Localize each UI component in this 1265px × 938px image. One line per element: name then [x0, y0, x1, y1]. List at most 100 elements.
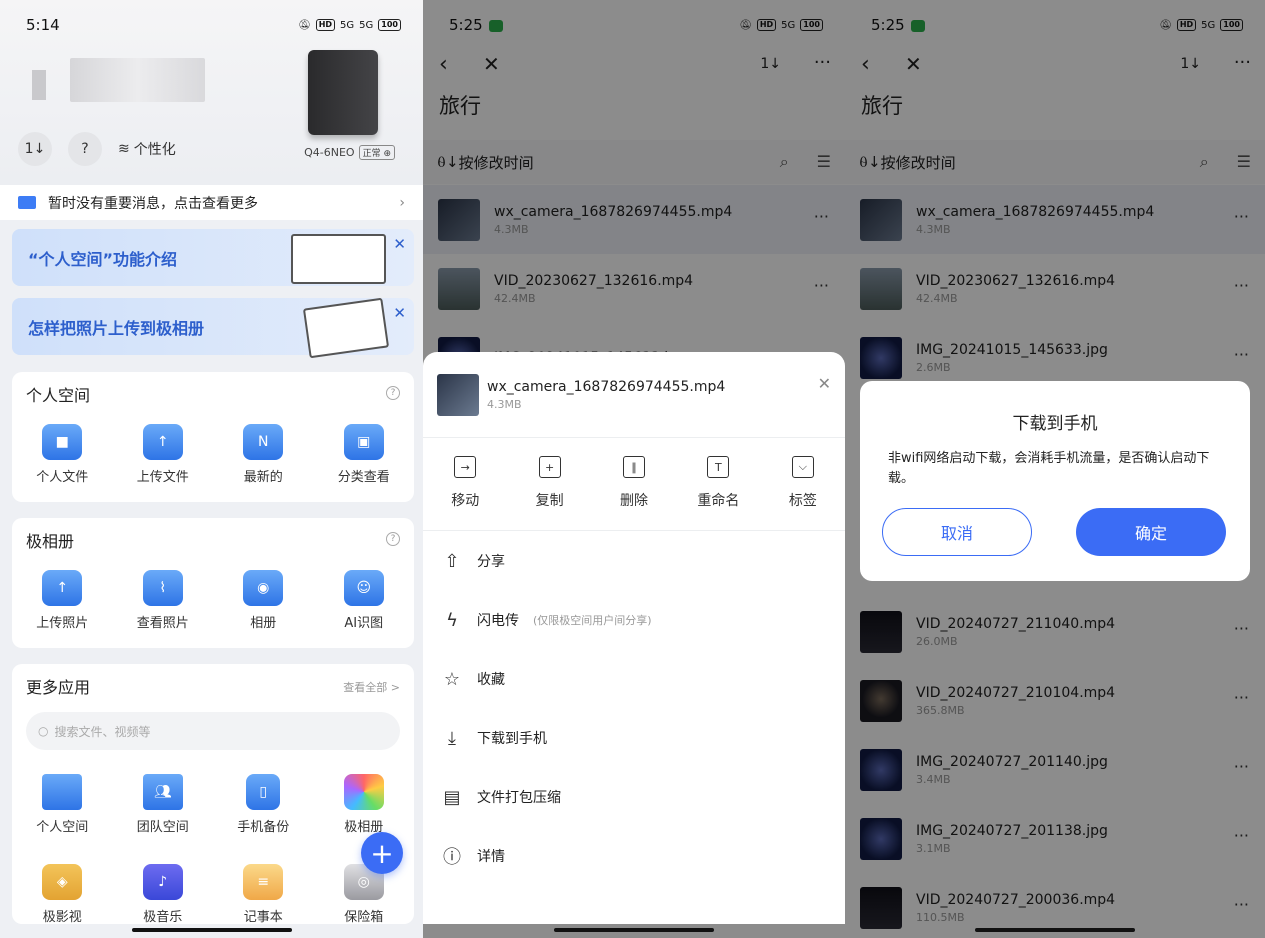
status-time: 5:14: [26, 16, 60, 34]
move-button[interactable]: → 移动: [423, 456, 507, 510]
layers-icon: ≋: [118, 141, 130, 157]
banner-intro[interactable]: “个人空间”功能介绍 ✕: [12, 229, 414, 286]
view-photos-item[interactable]: ⌇ 查看照片: [113, 570, 214, 631]
menu-note: (仅限极空间用户间分享): [533, 614, 652, 627]
search-input[interactable]: ○ 搜索文件、视频等: [26, 712, 400, 750]
add-button[interactable]: +: [361, 832, 403, 874]
file-size: 4.3MB: [487, 398, 522, 411]
copy-button[interactable]: + 复制: [507, 456, 591, 510]
film-icon: ◈: [42, 864, 83, 900]
menu-flash-transfer[interactable]: ϟ 闪电传 (仅限极空间用户间分享): [441, 605, 827, 635]
lightning-icon: ϟ: [446, 609, 458, 631]
home-indicator: [554, 928, 714, 932]
help-icon[interactable]: ?: [386, 386, 400, 400]
mute-icon: 🔕︎: [298, 19, 311, 31]
app-music[interactable]: ♪ 极音乐: [113, 864, 214, 925]
download-icon: ⤓: [448, 727, 456, 749]
text-icon: T: [707, 456, 730, 478]
action-label: 移动: [451, 493, 480, 509]
album-grid: ↑ 上传照片 ⌇ 查看照片 ◉ 相册 ☺ AI识图: [12, 570, 414, 631]
app-notes[interactable]: ≡ 记事本: [213, 864, 314, 925]
apps-grid-row1: 个人空间 👥︎ 团队空间 ▯ 手机备份 极相册: [12, 774, 414, 835]
app-video[interactable]: ◈ 极影视: [12, 864, 113, 925]
home-panel: 5:14 🔕︎ HD 5G 5G 100 Q4-6NEO 正常 ⊕ 1↓ ? ≋…: [0, 0, 423, 938]
status-bar: 5:14 🔕︎ HD 5G 5G 100: [0, 0, 423, 50]
category-view-item[interactable]: ▣ 分类查看: [314, 424, 415, 485]
item-label: 分类查看: [337, 470, 390, 485]
close-icon[interactable]: ✕: [818, 374, 831, 393]
chevron-right-icon: ›: [399, 194, 405, 211]
message-bar[interactable]: 暂时没有重要消息，点击查看更多 ›: [0, 185, 423, 220]
phone-backup-icon: ▯: [246, 774, 281, 810]
app-team-space[interactable]: 👥︎ 团队空间: [113, 774, 214, 835]
albums-item[interactable]: ◉ 相册: [213, 570, 314, 631]
mail-icon: [18, 196, 36, 209]
upload-photos-item[interactable]: ↑ 上传照片: [12, 570, 113, 631]
rename-button[interactable]: T 重命名: [676, 456, 760, 510]
personal-files-item[interactable]: ■ 个人文件: [12, 424, 113, 485]
personalize-button[interactable]: ≋ 个性化: [118, 139, 176, 159]
help-icon: ?: [81, 141, 89, 157]
sort-button[interactable]: 1↓: [18, 132, 52, 166]
new-document-icon: N: [243, 424, 284, 460]
home-actions: 1↓ ? ≋ 个性化: [18, 132, 176, 166]
album-card: 极相册 ? ↑ 上传照片 ⌇ 查看照片 ◉ 相册 ☺ AI识图: [12, 518, 414, 648]
file-action-panel: 5:25 🔕︎ HD 5G 100 ‹ ✕ 1↓ ··· 旅行 ⍬↓ 按修改时间 ⌕ ☰…: [423, 0, 845, 938]
personal-space-card: 个人空间 ? ■ 个人文件 ↑ 上传文件 N 最新的 ▣ 分类查看: [12, 372, 414, 502]
file-info: wx_camera_1687826974455.mp4 4.3MB: [487, 377, 725, 413]
upload-files-item[interactable]: ↑ 上传文件: [113, 424, 214, 485]
phone-illustration: [302, 297, 390, 359]
plus-icon: +: [370, 836, 394, 870]
download-dialog-panel: 5:25 🔕︎ HD 5G 100 ‹ ✕ 1↓ ··· 旅行 ⍬↓ 按修改时间 ⌕ ☰…: [845, 0, 1265, 938]
close-icon[interactable]: ✕: [393, 235, 406, 253]
help-icon[interactable]: ?: [386, 532, 400, 546]
search-placeholder: 搜索文件、视频等: [54, 724, 151, 739]
app-personal-space[interactable]: 个人空间: [12, 774, 113, 835]
confirm-button[interactable]: 确定: [1076, 508, 1226, 556]
item-label: 上传文件: [136, 470, 189, 485]
personal-space-grid: ■ 个人文件 ↑ 上传文件 N 最新的 ▣ 分类查看: [12, 424, 414, 485]
upload-photo-icon: ↑: [42, 570, 83, 606]
personalize-label: 个性化: [133, 142, 176, 158]
avatar-blurred: [32, 70, 46, 100]
item-label: 保险箱: [344, 910, 384, 925]
menu-label: 详情: [477, 849, 505, 865]
help-button[interactable]: ?: [68, 132, 102, 166]
notepad-icon: ≡: [243, 864, 284, 900]
person-folder-icon: ■: [42, 424, 83, 460]
nas-device-image[interactable]: [308, 50, 378, 135]
ai-recognition-item[interactable]: ☺ AI识图: [314, 570, 415, 631]
upload-folder-icon: ↑: [142, 424, 183, 460]
trash-icon: ∥: [623, 456, 646, 478]
action-label: 复制: [535, 493, 564, 509]
close-icon[interactable]: ✕: [393, 304, 406, 322]
app-safe[interactable]: ◎ 保险箱: [314, 864, 415, 925]
menu-details[interactable]: ⓘ 详情: [441, 841, 827, 871]
view-all-link[interactable]: 查看全部 >: [343, 679, 400, 695]
card-title: 更多应用: [26, 678, 91, 697]
dialog-title: 下载到手机: [1012, 414, 1098, 434]
music-icon: ♪: [142, 864, 183, 900]
cancel-button[interactable]: 取消: [882, 508, 1032, 556]
device-label[interactable]: Q4-6NEO 正常 ⊕: [304, 145, 395, 160]
app-album[interactable]: 极相册: [314, 774, 415, 835]
robot-icon: ☺: [343, 570, 384, 606]
banner-upload-text: 怎样把照片上传到极相册: [28, 318, 205, 338]
banner-upload[interactable]: 怎样把照片上传到极相册 ✕: [12, 297, 414, 359]
menu-favorite[interactable]: ☆ 收藏: [441, 664, 827, 694]
menu-compress[interactable]: ▤ 文件打包压缩: [441, 782, 827, 812]
screenshot-stage: 5:14 🔕︎ HD 5G 5G 100 Q4-6NEO 正常 ⊕ 1↓ ? ≋…: [0, 0, 1265, 938]
file-thumbnail: [437, 374, 479, 416]
divider: [423, 437, 845, 438]
tag-button[interactable]: ⌵ 标签: [761, 456, 845, 510]
menu-download[interactable]: ⤓ 下载到手机: [441, 723, 827, 753]
dialog-body: 非wifi网络启动下载，会消耗手机流量，是否确认启动下载。: [888, 451, 1210, 486]
menu-share[interactable]: ⇧ 分享: [441, 546, 827, 576]
item-label: 手机备份: [237, 820, 290, 835]
delete-button[interactable]: ∥ 删除: [592, 456, 676, 510]
username-blurred: [70, 58, 205, 102]
app-phone-backup[interactable]: ▯ 手机备份: [213, 774, 314, 835]
home-indicator: [131, 928, 292, 932]
menu-label: 闪电传: [477, 613, 519, 629]
recent-item[interactable]: N 最新的: [213, 424, 314, 485]
